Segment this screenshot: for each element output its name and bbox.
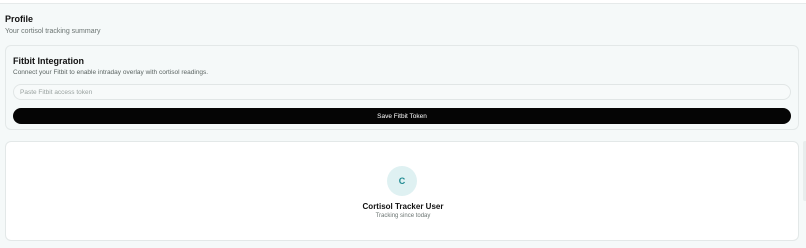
tracking-since-text: Tracking since today [375,213,431,219]
user-name: Cortisol Tracker User [362,202,444,211]
avatar: C [387,166,417,196]
page-title: Profile [5,14,34,24]
page-header: Profile Your cortisol tracking summary [5,14,100,36]
save-fitbit-token-button[interactable]: Save Fitbit Token [13,108,791,124]
page-subtitle: Your cortisol tracking summary [5,28,101,35]
fitbit-card-description: Connect your Fitbit to enable intraday o… [13,69,209,76]
fitbit-integration-card: Fitbit Integration Connect your Fitbit t… [5,45,799,130]
fitbit-card-title: Fitbit Integration [13,56,84,66]
user-profile-card: C Cortisol Tracker User Tracking since t… [5,141,799,241]
fitbit-token-input[interactable] [13,84,791,100]
top-bar-divider [0,0,806,4]
